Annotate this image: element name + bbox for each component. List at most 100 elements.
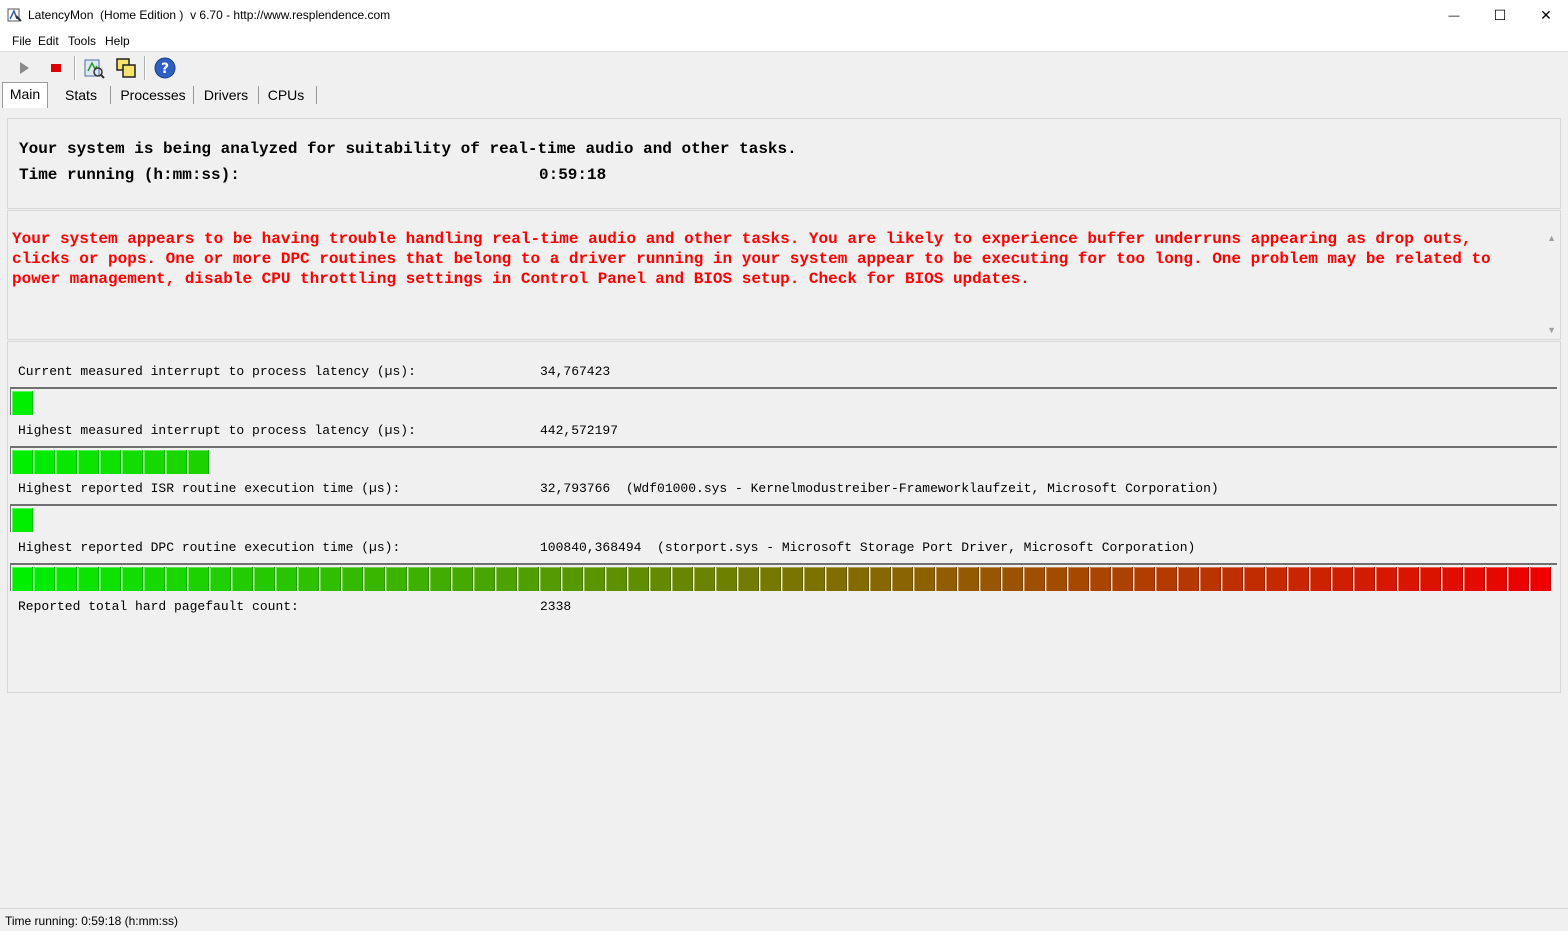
bar-segment (1508, 567, 1529, 591)
copy-windows-icon (116, 58, 136, 78)
bar-segment (144, 450, 165, 474)
bar-segment (914, 567, 935, 591)
dpc-time-bar (10, 563, 1557, 591)
maximize-icon: ☐ (1493, 7, 1507, 23)
dpc-time-label: Highest reported DPC routine execution t… (18, 540, 401, 555)
bar-segment (1046, 567, 1067, 591)
menu-edit[interactable]: Edit (38, 34, 59, 48)
bar-segment (78, 567, 99, 591)
stop-icon (51, 64, 61, 72)
bar-segment (1156, 567, 1177, 591)
minimize-button[interactable]: — (1431, 0, 1477, 31)
bar-segment (1112, 567, 1133, 591)
bar-segment (320, 567, 341, 591)
bar-segment (166, 450, 187, 474)
bar-segment (606, 567, 627, 591)
bar-segment (188, 450, 209, 474)
tab-separator (316, 86, 317, 104)
current-latency-bar-fill (12, 391, 34, 415)
current-latency-bar (10, 387, 1557, 415)
bar-segment (738, 567, 759, 591)
bar-segment (892, 567, 913, 591)
status-bar: Time running: 0:59:18 (h:mm:ss) (0, 908, 1568, 931)
bar-segment (386, 567, 407, 591)
warning-message: Your system appears to be having trouble… (12, 230, 1491, 288)
bar-segment (716, 567, 737, 591)
bar-segment (518, 567, 539, 591)
bar-segment (210, 567, 231, 591)
bar-segment (870, 567, 891, 591)
bar-segment (1222, 567, 1243, 591)
play-icon (20, 62, 29, 74)
bar-segment (188, 567, 209, 591)
scroll-up-icon[interactable]: ▲ (1547, 233, 1556, 243)
menu-help[interactable]: Help (105, 34, 130, 48)
scroll-down-icon[interactable]: ▼ (1547, 325, 1556, 335)
bar-segment (584, 567, 605, 591)
help-button[interactable]: ? (153, 56, 177, 80)
bar-segment (1002, 567, 1023, 591)
bar-segment (1530, 567, 1551, 591)
bar-segment (1310, 567, 1331, 591)
bar-segment (1420, 567, 1441, 591)
report-button[interactable] (82, 56, 106, 80)
copy-windows-button[interactable] (114, 56, 138, 80)
menu-tools[interactable]: Tools (68, 34, 96, 48)
tab-stats[interactable]: Stats (56, 84, 106, 106)
bar-segment (1134, 567, 1155, 591)
bar-segment (56, 567, 77, 591)
bar-segment (166, 567, 187, 591)
bar-segment (276, 567, 297, 591)
bar-segment (12, 391, 33, 415)
stop-button[interactable] (44, 56, 68, 80)
tab-bar: Main Stats Processes Drivers CPUs (0, 82, 1568, 108)
bar-segment (408, 567, 429, 591)
bar-segment (232, 567, 253, 591)
highest-latency-label: Highest measured interrupt to process la… (18, 423, 416, 438)
tab-drivers[interactable]: Drivers (199, 84, 253, 106)
bar-segment (78, 450, 99, 474)
tab-main[interactable]: Main (2, 82, 48, 108)
bar-segment (298, 567, 319, 591)
bar-segment (804, 567, 825, 591)
app-icon (7, 7, 23, 23)
metrics-panel: Current measured interrupt to process la… (7, 341, 1561, 693)
report-icon (84, 59, 105, 79)
bar-segment (1024, 567, 1045, 591)
bar-segment (12, 508, 33, 532)
maximize-button[interactable]: ☐ (1477, 0, 1523, 31)
summary-panel: Your system is being analyzed for suitab… (7, 118, 1561, 209)
bar-segment (122, 567, 143, 591)
toolbar-separator (74, 56, 76, 80)
bar-segment (452, 567, 473, 591)
tab-cpus[interactable]: CPUs (262, 84, 310, 106)
bar-segment (628, 567, 649, 591)
bar-segment (12, 567, 33, 591)
bar-segment (760, 567, 781, 591)
bar-segment (1354, 567, 1375, 591)
bar-segment (34, 567, 55, 591)
tab-processes[interactable]: Processes (116, 84, 190, 106)
window-title: LatencyMon (Home Edition ) v 6.70 - http… (28, 8, 391, 22)
bar-segment (1442, 567, 1463, 591)
dpc-time-value: 100840,368494 (storport.sys - Microsoft … (540, 540, 1196, 555)
time-running-label: Time running (h:mm:ss): (19, 166, 240, 184)
menu-file[interactable]: File (12, 34, 31, 48)
bar-segment (1200, 567, 1221, 591)
highest-latency-bar-fill (12, 450, 210, 474)
warning-panel: Your system appears to be having trouble… (7, 210, 1561, 340)
close-button[interactable]: ✕ (1523, 0, 1568, 31)
bar-segment (1288, 567, 1309, 591)
bar-segment (540, 567, 561, 591)
bar-segment (694, 567, 715, 591)
tab-separator (193, 86, 194, 104)
bar-segment (848, 567, 869, 591)
bar-segment (496, 567, 517, 591)
bar-segment (826, 567, 847, 591)
bar-segment (12, 450, 33, 474)
bar-segment (1178, 567, 1199, 591)
title-bar: LatencyMon (Home Edition ) v 6.70 - http… (0, 0, 1568, 31)
bar-segment (1332, 567, 1353, 591)
isr-time-bar (10, 504, 1557, 532)
start-button[interactable] (12, 56, 36, 80)
